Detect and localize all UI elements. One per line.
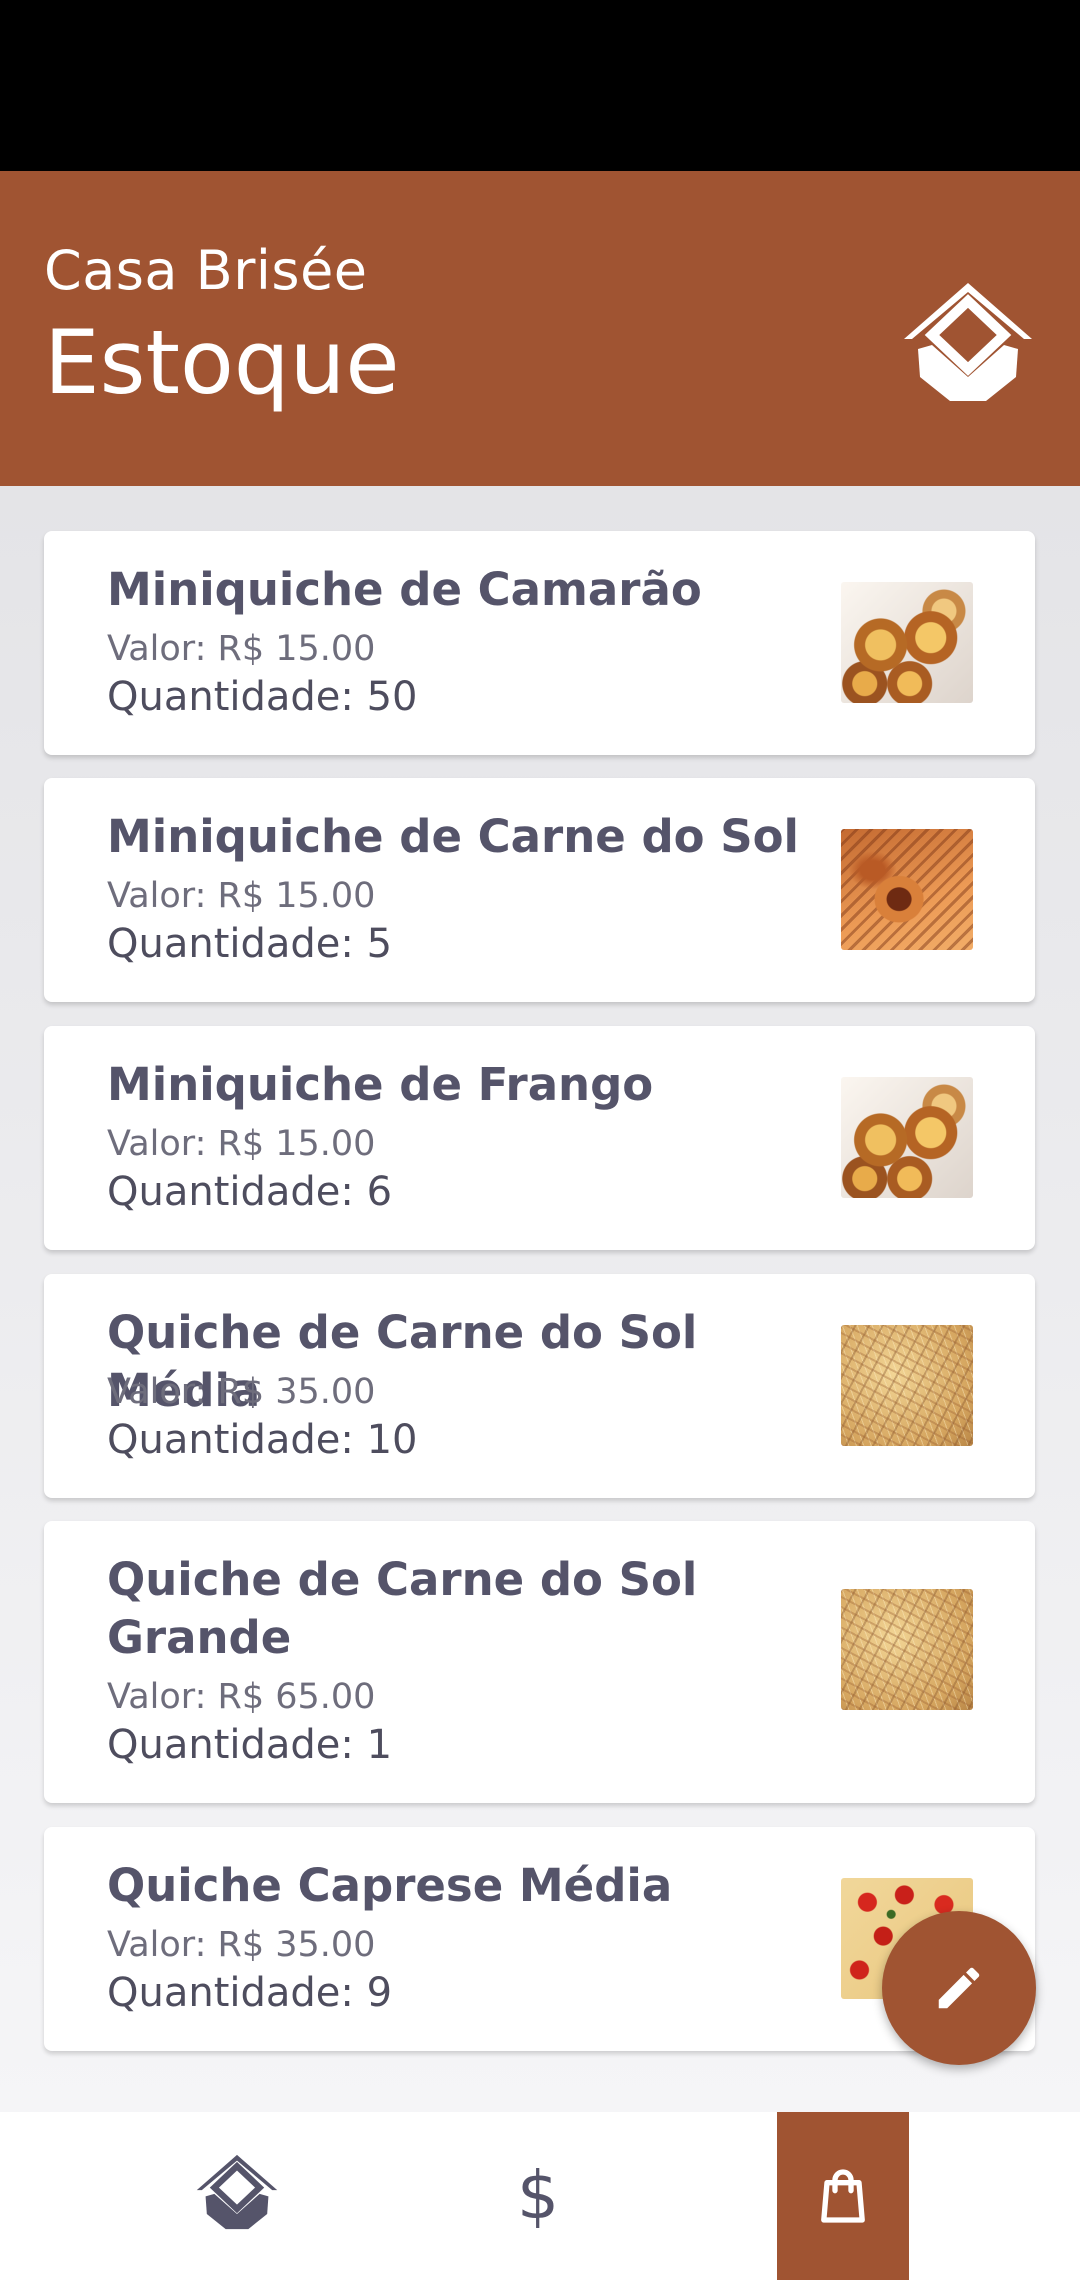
nav-sales-button[interactable]: $ xyxy=(472,2112,604,2280)
product-card[interactable]: Miniquiche de Frango Valor: R$ 15.00 Qua… xyxy=(44,1026,1035,1250)
product-card[interactable]: Miniquiche de Camarão Valor: R$ 15.00 Qu… xyxy=(44,531,1035,755)
product-card[interactable]: Quiche de Carne do Sol Média Valor: R$ 3… xyxy=(44,1274,1035,1498)
product-price: Valor: R$ 15.00 xyxy=(107,629,376,669)
product-list: Miniquiche de Camarão Valor: R$ 15.00 Qu… xyxy=(0,486,1080,2112)
page-title: Estoque xyxy=(44,311,400,414)
product-quantity: Quantidade: 6 xyxy=(107,1169,393,1215)
product-name: Miniquiche de Camarão xyxy=(107,563,702,616)
product-price: Valor: R$ 15.00 xyxy=(107,1124,376,1164)
shopping-bag-icon xyxy=(821,2169,865,2223)
product-card[interactable]: Quiche Caprese Média Valor: R$ 35.00 Qua… xyxy=(44,1827,1035,2051)
pencil-edit-icon xyxy=(938,1967,980,2009)
product-quantity: Quantidade: 10 xyxy=(107,1417,418,1463)
dollar-icon: $ xyxy=(517,2157,559,2234)
product-quantity: Quantidade: 5 xyxy=(107,921,393,967)
product-name: Miniquiche de Carne do Sol xyxy=(107,810,799,863)
product-quantity: Quantidade: 1 xyxy=(107,1722,393,1768)
bottom-navigation: $ xyxy=(0,2112,1080,2280)
edit-fab-button[interactable] xyxy=(882,1911,1036,2065)
app-subtitle: Casa Brisée xyxy=(44,239,368,302)
product-name: Quiche Caprese Média xyxy=(107,1859,673,1912)
product-price: Valor: R$ 15.00 xyxy=(107,876,376,916)
product-image xyxy=(841,582,973,703)
product-price: Valor: R$ 35.00 xyxy=(107,1925,376,1965)
product-quantity: Quantidade: 9 xyxy=(107,1970,393,2016)
product-price: Valor: R$ 65.00 xyxy=(107,1677,376,1717)
product-price: Valor: R$ 35.00 xyxy=(107,1372,376,1412)
product-image xyxy=(841,1589,973,1710)
product-card[interactable]: Quiche de Carne do Sol Grande Valor: R$ … xyxy=(44,1521,1035,1803)
status-bar xyxy=(0,0,1080,171)
nav-home-button[interactable] xyxy=(171,2112,303,2280)
nav-stock-button[interactable] xyxy=(777,2112,909,2280)
product-image xyxy=(841,1077,973,1198)
product-name: Miniquiche de Frango xyxy=(107,1058,654,1111)
casa-brisee-logo-icon xyxy=(904,283,1032,401)
home-logo-icon xyxy=(196,2154,278,2230)
product-image xyxy=(841,1325,973,1446)
product-image xyxy=(841,829,973,950)
product-quantity: Quantidade: 50 xyxy=(107,674,418,720)
app-header: Casa Brisée Estoque xyxy=(0,171,1080,486)
product-card[interactable]: Miniquiche de Carne do Sol Valor: R$ 15.… xyxy=(44,778,1035,1002)
product-name: Quiche de Carne do Sol Grande xyxy=(107,1553,698,1664)
